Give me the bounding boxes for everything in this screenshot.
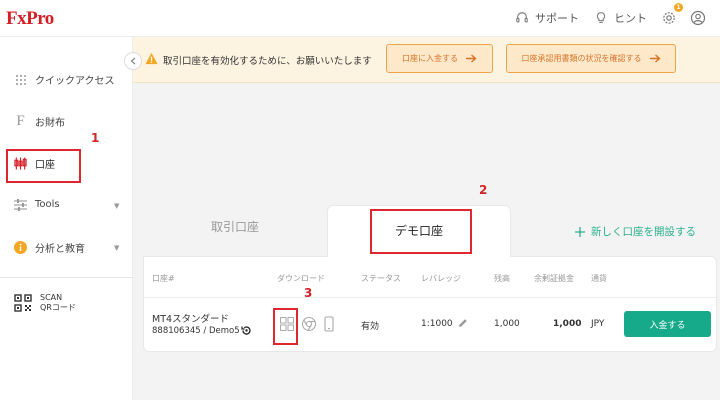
annotation-box-1	[6, 149, 81, 183]
hint-label: ヒント	[614, 12, 647, 25]
chevron-left-icon	[130, 57, 136, 65]
gear-icon[interactable]	[661, 10, 677, 26]
notification-badge: 1	[674, 3, 683, 12]
column-header: 余剰証拠金	[534, 274, 574, 283]
column-header: ダウンロード	[277, 274, 325, 283]
annotation-number-2: 2	[479, 183, 488, 197]
sidebar-item-tools[interactable]: Tools	[14, 198, 60, 211]
top-header: FxPro サポート ヒント 1	[0, 0, 720, 37]
annotation-box-2	[370, 209, 472, 254]
annotation-number-3: 3	[304, 286, 313, 300]
open-new-account-link[interactable]: 新しく口座を開設する	[575, 224, 696, 239]
sidebar-item-quick-access[interactable]: クイックアクセス	[14, 72, 115, 87]
account-currency: JPY	[591, 319, 605, 329]
plus-icon	[575, 226, 585, 237]
annotation-box-3	[273, 308, 298, 345]
sidebar-item-analysis[interactable]: 分析と教育	[14, 240, 85, 255]
account-status: 有効	[361, 322, 380, 332]
sidebar-collapse-button[interactable]	[124, 52, 142, 70]
column-header: レバレッジ	[421, 274, 461, 283]
account-balance: 1,000	[494, 319, 520, 329]
arrow-right-icon	[649, 54, 661, 63]
accounts-table: 口座# ダウンロード ステータス レバレッジ 残高 余剰証拠金 通貨 MT4スタ…	[143, 256, 717, 352]
qr-scan-link[interactable]: SCAN QRコード	[14, 293, 76, 313]
sidebar-item-label: Tools	[35, 199, 60, 210]
edit-pencil-icon[interactable]	[458, 318, 468, 328]
warning-icon	[145, 52, 158, 65]
qr-line1: SCAN	[40, 293, 63, 302]
row-divider	[144, 297, 716, 298]
chevron-down-icon[interactable]: ▼	[114, 202, 119, 210]
chevron-down-icon[interactable]: ▼	[114, 244, 119, 252]
wallet-f-icon: F	[16, 113, 25, 129]
column-header: 口座#	[152, 274, 175, 283]
qr-line2: QRコード	[40, 303, 76, 312]
fxpro-logo[interactable]: FxPro	[6, 8, 54, 30]
grid-icon	[14, 73, 27, 86]
mobile-app-icon[interactable]	[321, 316, 337, 332]
button-label: 口座に入金する	[402, 54, 458, 63]
tab-live-account[interactable]: 取引口座	[150, 218, 320, 235]
support-link[interactable]: サポート	[515, 10, 579, 26]
activation-banner: 取引口座を有効化するために、お願いいたします 口座に入金する 口座承認用書類の状…	[133, 37, 720, 83]
sidebar-item-label: 分析と教育	[35, 244, 85, 255]
free-margin: 1,000	[553, 319, 582, 329]
banner-message: 取引口座を有効化するために、お願いいたします	[163, 56, 372, 67]
sliders-icon	[14, 198, 27, 211]
sidebar: クイックアクセス F お財布 口座 Tools ▼ 分析と教育 ▼ SCAN Q…	[0, 37, 133, 400]
qr-code-icon	[14, 294, 32, 312]
deposit-banner-button[interactable]: 口座に入金する	[386, 44, 493, 73]
sidebar-item-wallet[interactable]: F お財布	[14, 113, 65, 129]
column-header: ステータス	[361, 274, 401, 283]
arrow-right-icon	[466, 54, 477, 63]
sidebar-item-label: お財布	[35, 118, 65, 129]
sidebar-divider	[0, 277, 133, 278]
sidebar-item-label: クイックアクセス	[35, 76, 115, 87]
password-reset-icon[interactable]	[241, 325, 252, 336]
column-header: 通貨	[591, 274, 607, 283]
info-icon	[14, 241, 27, 254]
account-type: MT4スタンダード	[152, 314, 230, 325]
support-label: サポート	[535, 12, 579, 25]
hint-link[interactable]: ヒント	[594, 10, 647, 26]
chrome-webtrader-icon[interactable]	[301, 316, 317, 332]
link-label: 新しく口座を開設する	[591, 226, 696, 238]
qr-label: SCAN QRコード	[40, 293, 76, 313]
deposit-button[interactable]: 入金する	[624, 311, 711, 337]
user-profile-icon[interactable]	[690, 10, 706, 26]
account-leverage: 1:1000	[421, 319, 453, 329]
headset-icon	[516, 12, 528, 23]
column-header: 残高	[494, 274, 510, 283]
button-label: 口座承認用書類の状況を確認する	[521, 54, 642, 63]
lightbulb-icon	[596, 12, 606, 23]
account-number: 888106345 / Demo5	[152, 326, 240, 336]
annotation-number-1: 1	[91, 131, 100, 145]
check-documents-button[interactable]: 口座承認用書類の状況を確認する	[506, 44, 676, 73]
